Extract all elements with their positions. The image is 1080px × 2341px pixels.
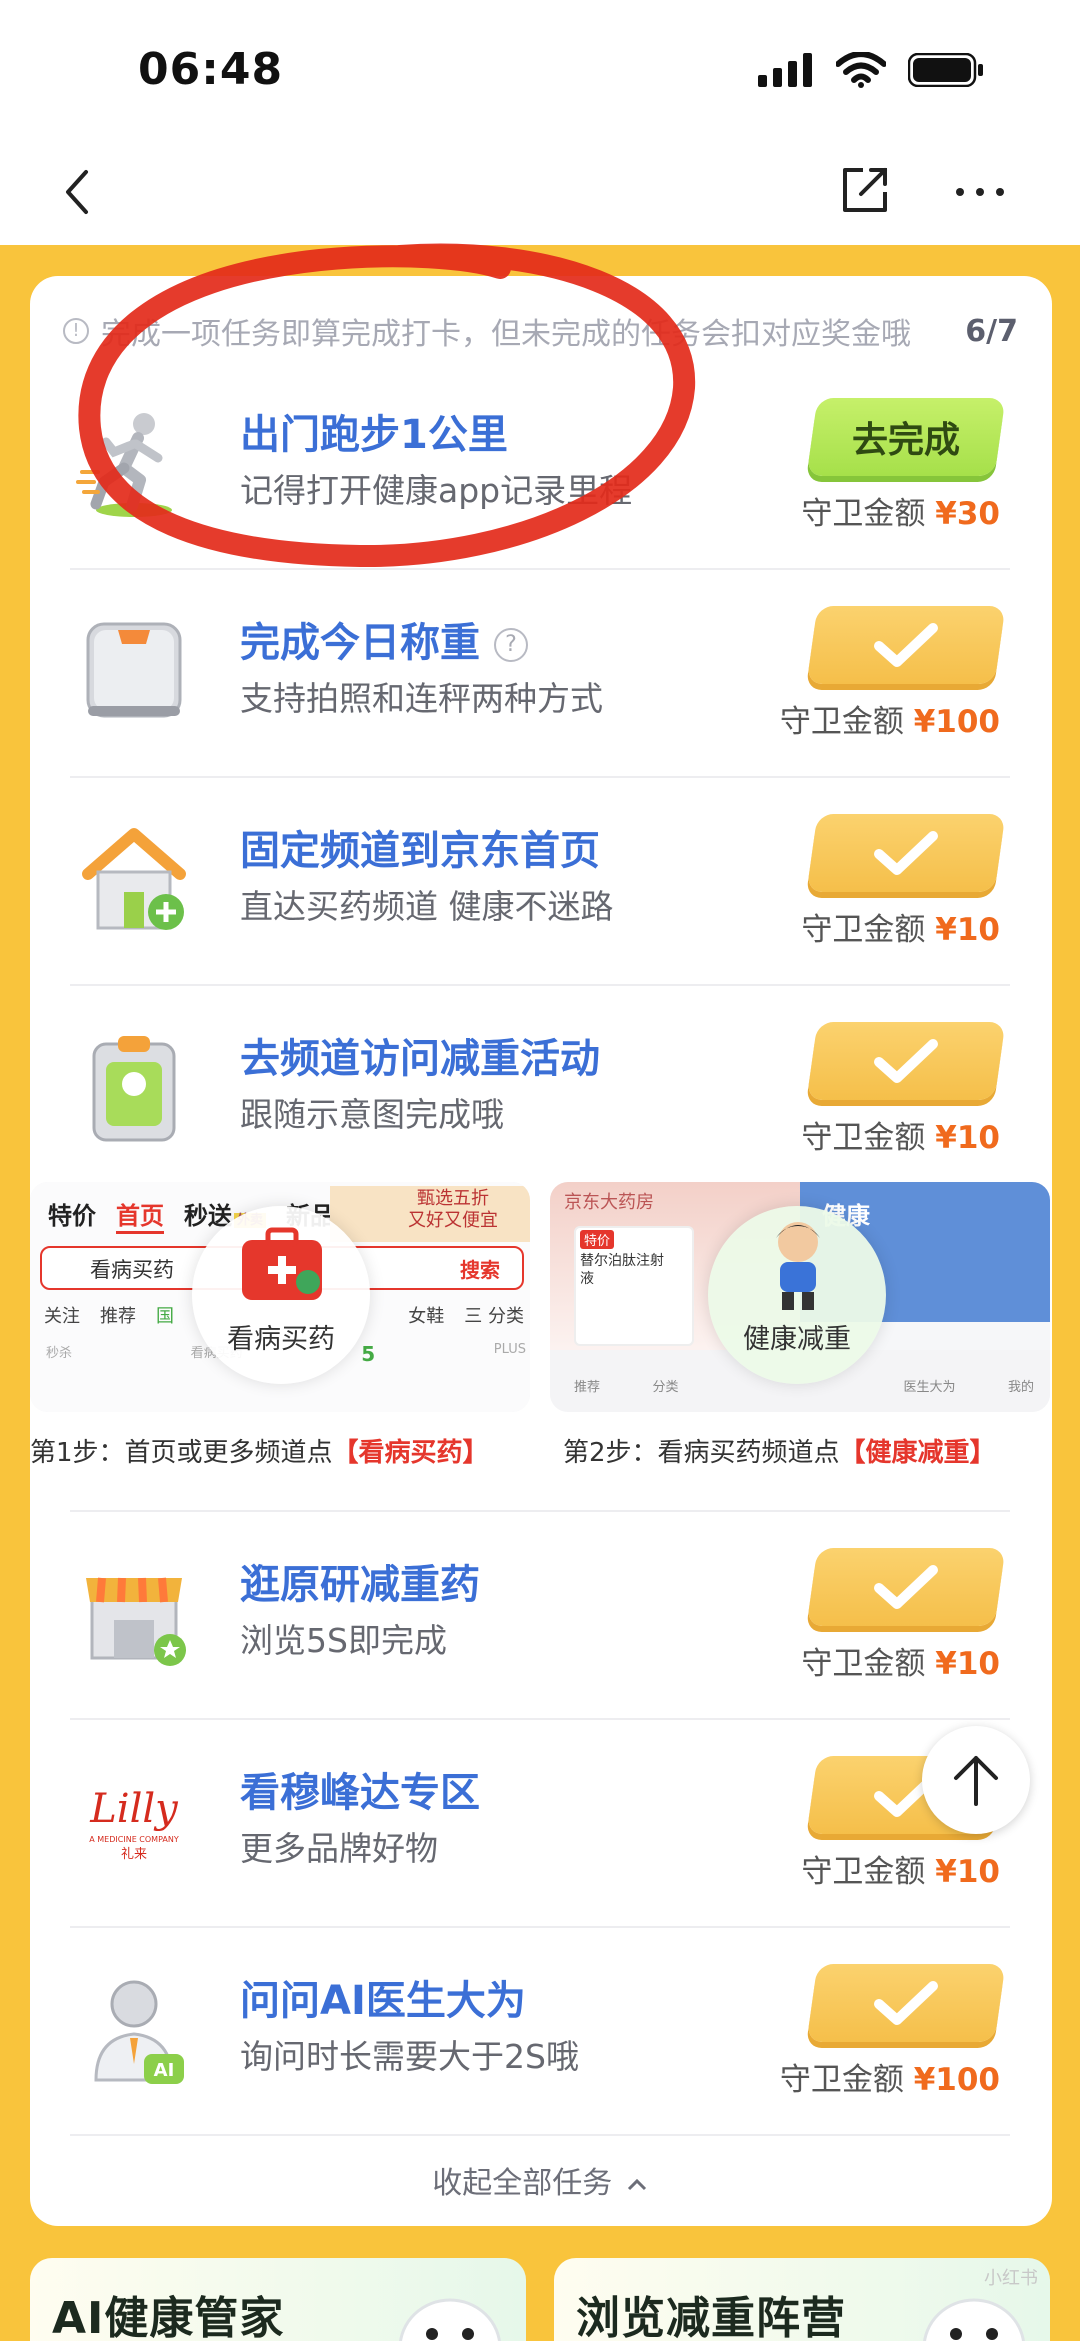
home-plus-icon [82,828,186,930]
medical-kit-icon [242,1227,322,1300]
checkmark-icon [874,1565,938,1609]
reward-amount: 守卫金额 ¥30 [801,496,1000,532]
divider [70,2134,1010,2136]
back-icon[interactable] [52,162,112,222]
task-title: 看穆峰达专区 [240,1770,480,1816]
clipboard-scale-icon [92,1036,176,1142]
scroll-to-top-button[interactable] [922,1726,1030,1834]
help-icon[interactable]: ? [494,628,528,662]
completed-button[interactable] [806,814,1006,892]
task-progress-count: 6/7 [965,313,1018,349]
reward-amount: 守卫金额 ¥100 [779,2062,1000,2098]
task-subtitle: 支持拍照和连秤两种方式 [240,679,603,718]
mascot-dog-icon [399,2298,501,2341]
task-title: 完成今日称重? [240,610,528,668]
completed-button[interactable] [806,606,1006,684]
reward-amount: 守卫金额 ¥10 [801,1646,1000,1682]
ai-doctor-icon: AI [94,1980,184,2084]
bubble-see-doctor: 看病买药 [192,1206,370,1384]
svg-text:A MEDICINE COMPANY: A MEDICINE COMPANY [89,1835,179,1844]
more-icon[interactable] [950,162,1010,222]
checkmark-icon [874,1981,938,2025]
step-1-caption: 第1步：首页或更多频道点【看病买药】 [30,1438,489,1468]
signal-icon [758,53,812,87]
status-icons [758,52,984,88]
step-2-caption: 第2步：看病买药频道点【健康减重】 [563,1438,996,1468]
step-1-screenshot: 特价 首页 秒送外卖 新品 甄选五折 又好又便宜 看病买药 搜索 关注推荐国 女… [30,1182,530,1412]
checkmark-icon [874,623,938,667]
completed-button[interactable] [806,1022,1006,1100]
promo-line: 又好又便宜 [408,1210,498,1231]
checkmark-icon [874,1039,938,1083]
promo-line: 甄选五折 [417,1188,489,1209]
status-time: 06:48 [138,44,284,95]
arrow-up-icon [954,1756,998,1806]
svg-text:Lilly: Lilly [89,1786,179,1832]
steps-guide: 特价 首页 秒送外卖 新品 甄选五折 又好又便宜 看病买药 搜索 关注推荐国 女… [30,1182,1052,1482]
svg-text:礼来: 礼来 [121,1846,147,1862]
nav-bar [0,140,1080,245]
reward-amount: 守卫金额 ¥10 [801,1120,1000,1156]
card-title: AI健康管家 [52,2293,285,2341]
svg-text:AI: AI [154,2060,175,2081]
task-subtitle: 更多品牌好物 [240,1829,438,1868]
task-item: 去频道访问减重活动 跟随示意图完成哦 守卫金额 ¥10 [70,986,1010,1182]
step-2-screenshot: 京东大药房 健康 特价 替尔泊肽注射液 推荐 分类 医生大为 我的 健康减重 [550,1182,1050,1412]
task-subtitle: 跟随示意图完成哦 [240,1095,504,1134]
annotation-circle [78,243,696,568]
task-item: 逛原研减重药 浏览5S即完成 守卫金额 ¥10 [70,1512,1010,1720]
status-bar: 06:48 [0,0,1080,140]
task-subtitle: 直达买药频道 健康不迷路 [240,887,614,926]
reward-amount: 守卫金额 ¥10 [801,1854,1000,1890]
scale-icon [86,622,182,718]
bubble-label: 看病买药 [227,1324,335,1355]
task-title: 去频道访问减重活动 [240,1036,600,1082]
bubble-label: 健康减重 [743,1324,851,1355]
card-tag: 特价 [580,1230,615,1249]
task-item: Lilly A MEDICINE COMPANY 礼来 看穆峰达专区 更多品牌好… [70,1720,1010,1928]
store-icon [86,1577,186,1666]
task-item: 固定频道到京东首页 直达买药频道 健康不迷路 守卫金额 ¥10 [70,778,1010,986]
task-title: 逛原研减重药 [240,1562,480,1608]
tab-label: 特价 [48,1202,96,1230]
wifi-icon [836,52,886,88]
bubble-health-weight-loss: 健康减重 [708,1206,886,1384]
tab-label: 首页 [116,1196,164,1234]
task-title: 固定频道到京东首页 [240,828,600,874]
checkmark-icon [874,831,938,875]
lilly-logo: Lilly A MEDICINE COMPANY 礼来 [89,1786,179,1862]
task-subtitle: 浏览5S即完成 [240,1621,447,1660]
reward-amount: 守卫金额 ¥10 [801,912,1000,948]
task-item: AI 问问AI医生大为 询问时长需要大于2S哦 守卫金额 ¥100 [70,1928,1010,2136]
search-button: 搜索 [460,1258,500,1282]
collapse-all-tasks-button[interactable]: 收起全部任务 [0,2158,1080,2202]
chevron-up-icon [627,2178,646,2190]
card-title: 浏览减重阵营 [576,2293,846,2341]
completed-button[interactable] [806,1548,1006,1626]
mascot-icon [776,1222,820,1310]
share-icon[interactable] [835,160,895,220]
go-complete-button[interactable]: 去完成 [806,398,1006,476]
task-item: 完成今日称重? 支持拍照和连秤两种方式 守卫金额 ¥100 [70,570,1010,778]
ai-health-manager-card[interactable]: AI健康管家 [30,2258,526,2341]
search-text: 看病买药 [90,1258,174,1282]
watermark: 小红书 [984,2268,1038,2289]
browse-weight-loss-card[interactable]: 浏览减重阵营 小红书 [554,2258,1050,2341]
battery-icon [908,53,983,87]
header-text: 京东大药房 [564,1192,654,1213]
task-subtitle: 询问时长需要大于2S哦 [240,2037,579,2076]
reward-amount: 守卫金额 ¥100 [779,704,1000,740]
task-title: 问问AI医生大为 [240,1978,526,2024]
completed-button[interactable] [806,1964,1006,2042]
